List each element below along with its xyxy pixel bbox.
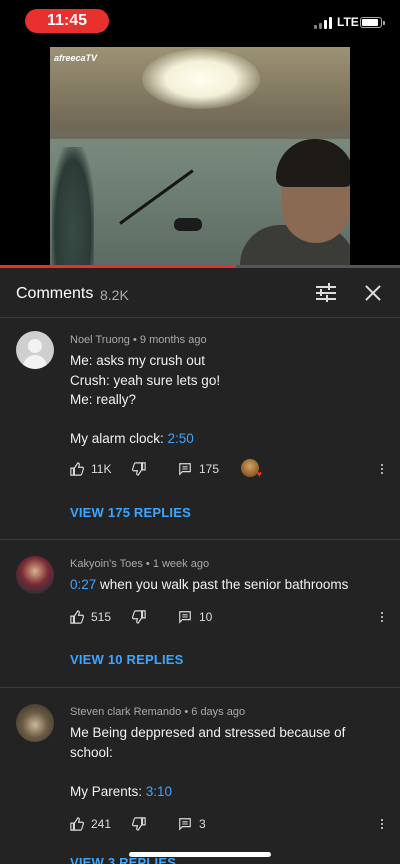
status-bar: 11:45 LTE bbox=[0, 0, 400, 44]
more-options-icon[interactable] bbox=[379, 607, 385, 627]
comment-text: Me: asks my crush out Crush: yeah sure l… bbox=[70, 353, 221, 446]
creator-heart-icon: ♥ bbox=[241, 459, 262, 479]
like-count: 11K bbox=[91, 462, 112, 476]
video-ledge bbox=[50, 129, 350, 139]
network-type: LTE bbox=[337, 15, 359, 29]
more-options-icon[interactable] bbox=[379, 459, 385, 479]
reply-count: 10 bbox=[199, 610, 213, 624]
comment-author[interactable]: Noel Truong bbox=[70, 334, 130, 346]
video-plant bbox=[52, 147, 94, 268]
reply-button[interactable]: 3 bbox=[178, 814, 206, 834]
comment-icon bbox=[179, 463, 191, 476]
like-count: 241 bbox=[91, 817, 112, 831]
timestamp-link[interactable]: 0:27 bbox=[70, 577, 96, 592]
comment-item: Kakyoin's Toes • 1 week ago 0:27 when yo… bbox=[0, 540, 400, 688]
timestamp-link[interactable]: 2:50 bbox=[168, 431, 194, 446]
home-indicator[interactable] bbox=[129, 852, 271, 857]
comment-text: Me Being deppresed and stressed because … bbox=[70, 725, 346, 799]
like-button[interactable]: 11K bbox=[70, 459, 111, 479]
comment-actions: 11K 175 ♥ bbox=[70, 459, 390, 479]
comment-author[interactable]: Steven clark Remando bbox=[70, 706, 181, 718]
comment-icon bbox=[179, 818, 191, 831]
comment-age: 6 days ago bbox=[191, 706, 246, 718]
comment-item: Noel Truong • 9 months ago Me: asks my c… bbox=[0, 319, 400, 540]
microphone bbox=[174, 218, 202, 231]
dislike-button[interactable] bbox=[132, 607, 146, 627]
comment-actions: 515 10 bbox=[70, 607, 390, 627]
thumbs-up-icon bbox=[70, 462, 84, 476]
battery-icon bbox=[360, 17, 385, 28]
thumbs-down-icon bbox=[132, 462, 146, 476]
thumbs-down-icon bbox=[132, 817, 146, 831]
reply-button[interactable]: 175 bbox=[178, 459, 219, 479]
comments-count: 8.2K bbox=[100, 287, 129, 303]
comment-item: Steven clark Remando • 6 days ago Me Bei… bbox=[0, 688, 400, 864]
comment-meta: Noel Truong • 9 months ago bbox=[70, 334, 207, 346]
like-button[interactable]: 241 bbox=[70, 814, 111, 834]
view-replies-button[interactable]: VIEW 175 REPLIES bbox=[70, 505, 191, 520]
comment-age: 1 week ago bbox=[152, 558, 210, 570]
ceiling-light bbox=[142, 49, 260, 109]
comment-meta: Steven clark Remando • 6 days ago bbox=[70, 706, 246, 718]
comment-icon bbox=[179, 611, 191, 624]
status-time: 11:45 bbox=[25, 9, 109, 33]
timestamp-link[interactable]: 3:10 bbox=[146, 784, 172, 799]
thumbs-up-icon bbox=[70, 817, 84, 831]
thumbs-down-icon bbox=[132, 610, 146, 624]
video-frame[interactable]: afreecaTV bbox=[50, 47, 350, 268]
comment-age: 9 months ago bbox=[139, 334, 207, 346]
streamer bbox=[240, 139, 350, 268]
reply-count: 3 bbox=[199, 817, 206, 831]
avatar[interactable] bbox=[16, 704, 54, 742]
comments-title: Comments bbox=[16, 285, 94, 302]
thumbs-up-icon bbox=[70, 610, 84, 624]
avatar[interactable] bbox=[16, 331, 54, 369]
afreecatv-watermark: afreecaTV bbox=[54, 53, 98, 63]
reply-count: 175 bbox=[199, 462, 220, 476]
reply-button[interactable]: 10 bbox=[178, 607, 212, 627]
comment-actions: 241 3 bbox=[70, 814, 390, 834]
sort-filter-icon[interactable] bbox=[315, 282, 337, 304]
more-options-icon[interactable] bbox=[379, 814, 385, 834]
view-replies-button[interactable]: VIEW 10 REPLIES bbox=[70, 652, 184, 667]
comment-meta: Kakyoin's Toes • 1 week ago bbox=[70, 558, 210, 570]
comments-panel: Comments 8.2K Noel Truong • 9 months ago… bbox=[0, 268, 400, 864]
like-button[interactable]: 515 bbox=[70, 607, 111, 627]
avatar[interactable] bbox=[16, 556, 54, 594]
comment-text: 0:27 when you walk past the senior bathr… bbox=[70, 577, 349, 592]
dislike-button[interactable] bbox=[132, 814, 146, 834]
close-icon[interactable] bbox=[362, 282, 384, 304]
signal-icon bbox=[314, 17, 334, 29]
comment-author[interactable]: Kakyoin's Toes bbox=[70, 558, 143, 570]
like-count: 515 bbox=[91, 610, 112, 624]
dislike-button[interactable] bbox=[132, 459, 146, 479]
video-player[interactable]: afreecaTV bbox=[0, 44, 400, 268]
comments-header: Comments 8.2K bbox=[0, 268, 400, 318]
